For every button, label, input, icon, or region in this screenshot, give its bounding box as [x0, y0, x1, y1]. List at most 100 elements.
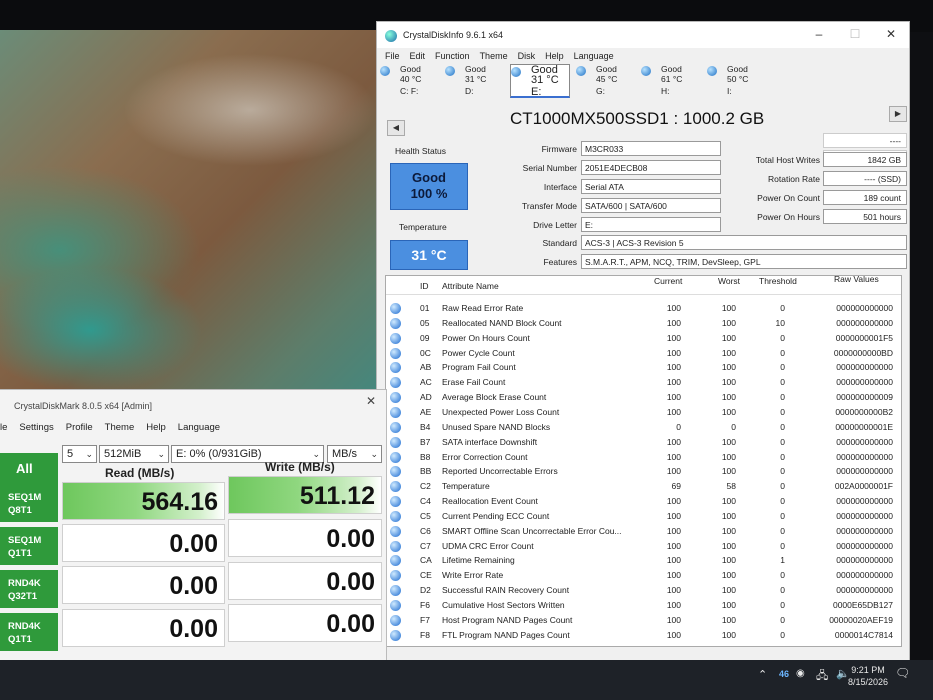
smart-threshold: 0 [780, 303, 785, 313]
test-count-select[interactable]: 5 ⌄ [62, 445, 97, 463]
status-dot-icon [390, 406, 401, 418]
cdm-close-button[interactable]: ✕ [366, 394, 376, 408]
smart-threshold: 0 [780, 451, 785, 462]
smart-id: D2 [420, 585, 431, 596]
maximize-button[interactable]: ☐ [837, 24, 873, 44]
notifications-icon[interactable]: 🗨 [895, 666, 910, 680]
smart-row[interactable]: CA Lifetime Remaining 100 100 1 000000000000 [386, 553, 901, 568]
serial-label: Serial Number [522, 163, 577, 173]
menu-help[interactable]: Help [146, 422, 166, 433]
smart-threshold: 0 [780, 466, 785, 477]
all-button[interactable]: All [0, 453, 58, 485]
tray-badge[interactable]: 46 [779, 669, 789, 679]
menu-theme[interactable]: Theme [480, 51, 508, 61]
clock[interactable]: 9:21 PM 8/15/2026 [843, 664, 893, 688]
status-dot-icon [445, 66, 455, 76]
menu-language[interactable]: Language [574, 51, 614, 61]
smart-row[interactable]: C6 SMART Offline Scan Uncorrectable Error… [386, 524, 901, 539]
write-result-rnd4k-q1t1: 0.00 [228, 604, 382, 642]
smart-row[interactable]: C4 Reallocation Event Count 100 100 0 0000000… [386, 494, 901, 509]
drive-tab-e[interactable]: Good 31 °C E: [510, 64, 570, 98]
smart-row[interactable]: AC Erase Fail Count 100 100 0 000000000000 [386, 375, 901, 390]
drive-letter: H: [661, 86, 670, 96]
smart-id: BB [420, 466, 432, 477]
unit-select[interactable]: MB/s ⌄ [327, 445, 382, 463]
smart-attribute: Power On Hours Count [442, 332, 530, 343]
col-header-id[interactable]: ID [420, 281, 429, 291]
health-status-text: Good [412, 170, 446, 185]
smart-row[interactable]: AE Unexpected Power Loss Count 100 100 0 0000… [386, 405, 901, 420]
smart-worst: 100 [721, 466, 736, 477]
menu-disk[interactable]: Disk [518, 51, 536, 61]
menu-edit[interactable]: Edit [410, 51, 426, 61]
menu-function[interactable]: Function [435, 51, 470, 61]
smart-current: 100 [666, 347, 681, 358]
test-button-seq1m-q1t1[interactable]: SEQ1M Q1T1 [0, 527, 58, 565]
smart-row[interactable]: B8 Error Correction Count 100 100 0 000000000… [386, 450, 901, 465]
transfer-mode-value: SATA/600 | SATA/600 [581, 198, 721, 213]
col-header-threshold[interactable]: Threshold [759, 276, 797, 286]
smart-row[interactable]: C2 Temperature 69 58 0 002A0000001F [386, 479, 901, 494]
smart-row[interactable]: F8 FTL Program NAND Pages Count 100 100 0 000… [386, 628, 901, 643]
test-size-select[interactable]: 512MiB ⌄ [99, 445, 169, 463]
close-button[interactable]: ✕ [873, 24, 909, 44]
menu-theme[interactable]: Theme [105, 422, 135, 433]
col-header-attribute[interactable]: Attribute Name [442, 281, 499, 291]
menu-language[interactable]: Language [178, 422, 220, 433]
smart-row[interactable]: 0C Power Cycle Count 100 100 0 0000000000BD [386, 346, 901, 361]
smart-row[interactable]: C7 UDMA CRC Error Count 100 100 0 00000000000… [386, 539, 901, 554]
smart-row[interactable]: F7 Host Program NAND Pages Count 100 100 0 00… [386, 613, 901, 628]
smart-current: 100 [666, 436, 681, 447]
drive-status: Good 40 °C [400, 64, 422, 84]
temperature-badge[interactable]: 31 °C [390, 240, 468, 270]
smart-row[interactable]: CE Write Error Rate 100 100 0 000000000000 [386, 568, 901, 583]
menu-help[interactable]: Help [545, 51, 564, 61]
smart-worst: 100 [721, 525, 736, 536]
menu-settings[interactable]: Settings [19, 422, 53, 433]
menu-profile[interactable]: Profile [66, 422, 93, 433]
smart-row[interactable]: D2 Successful RAIN Recovery Count 100 100 0 0… [386, 583, 901, 598]
smart-row[interactable]: BB Reported Uncorrectable Errors 100 100 0 00… [386, 464, 901, 479]
smart-row[interactable]: 05 Reallocated NAND Block Count 100 100 10 00… [386, 316, 901, 331]
smart-row[interactable]: B4 Unused Spare NAND Blocks 0 0 0 00000000001… [386, 420, 901, 435]
tray-app-icon[interactable]: ◉ [796, 668, 805, 679]
col-header-raw[interactable]: Raw Values [834, 274, 879, 284]
smart-threshold: 0 [780, 481, 785, 492]
smart-row[interactable]: 09 Power On Hours Count 100 100 0 0000000001F… [386, 331, 901, 346]
smart-row[interactable]: AB Program Fail Count 100 100 0 000000000000 [386, 360, 901, 375]
write-result-seq1m-q8t1: 511.12 [228, 476, 382, 514]
smart-row[interactable]: B7 SATA interface Downshift 100 100 0 0000000… [386, 435, 901, 450]
chevron-up-icon[interactable]: ⌃ [758, 668, 767, 681]
col-header-worst[interactable]: Worst [718, 276, 740, 286]
smart-row[interactable]: F6 Cumulative Host Sectors Written 100 100 0… [386, 598, 901, 613]
smart-attribute: Reallocation Event Count [442, 496, 538, 507]
smart-id: 05 [420, 317, 430, 328]
test-button-rnd4k-q1t1[interactable]: RND4K Q1T1 [0, 613, 58, 651]
smart-current: 100 [666, 540, 681, 551]
chevron-down-icon: ⌄ [370, 449, 378, 459]
smart-attribute: Erase Fail Count [442, 377, 506, 388]
smart-current: 100 [666, 496, 681, 507]
menu-file[interactable]: File [385, 51, 400, 61]
col-header-current[interactable]: Current [654, 276, 682, 286]
next-disk-button[interactable]: ▶ [889, 106, 907, 122]
smart-worst: 58 [726, 481, 736, 492]
drive-letter: G: [596, 86, 605, 96]
test-button-rnd4k-q32t1[interactable]: RND4K Q32T1 [0, 570, 58, 608]
status-dot-icon [390, 392, 401, 404]
minimize-button[interactable]: – [801, 24, 837, 44]
smart-row[interactable]: C5 Current Pending ECC Count 100 100 0 000000… [386, 509, 901, 524]
prev-disk-button[interactable]: ◀ [387, 120, 405, 136]
smart-row[interactable]: 01 Raw Read Error Rate 100 100 0 000000000000 [386, 301, 901, 316]
smart-attribute: SATA interface Downshift [442, 436, 538, 447]
health-status-badge[interactable]: Good 100 % [390, 163, 468, 210]
app-icon [385, 30, 397, 42]
drive-status: Good 31 °C [531, 64, 559, 86]
smart-id: B4 [420, 421, 431, 432]
smart-row[interactable]: AD Average Block Erase Count 100 100 0 000000… [386, 390, 901, 405]
network-icon[interactable]: 🖧 [816, 667, 828, 686]
test-button-seq1m-q8t1[interactable]: SEQ1M Q8T1 [0, 484, 58, 522]
smart-id: AE [420, 406, 432, 417]
status-dot-icon [390, 614, 401, 626]
menu-file[interactable]: le [0, 422, 7, 433]
